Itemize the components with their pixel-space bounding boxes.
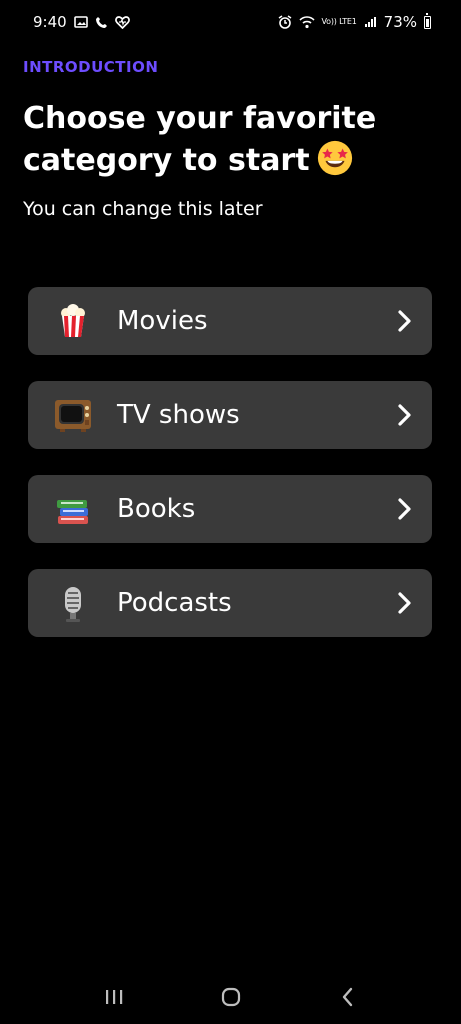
chevron-right-icon[interactable]	[394, 402, 414, 428]
back-icon	[342, 987, 352, 1007]
page-title: Choose your favorite category to start	[23, 98, 423, 181]
battery-percent: 73%	[383, 13, 417, 31]
home-button[interactable]	[213, 979, 249, 1015]
gallery-icon	[73, 16, 88, 28]
category-podcasts[interactable]: Podcasts	[28, 569, 432, 637]
network-label: Vo)) LTE1	[321, 17, 357, 26]
category-label-movies: Movies	[117, 306, 208, 336]
microphone-icon	[65, 587, 81, 622]
tv-icon	[55, 400, 91, 432]
category-label-podcasts: Podcasts	[117, 588, 232, 618]
chevron-right-icon[interactable]	[394, 308, 414, 334]
chevron-right-icon[interactable]	[394, 590, 414, 616]
status-left: 9:40	[33, 13, 130, 31]
page-subtitle: You can change this later	[23, 198, 263, 220]
category-tv-shows[interactable]: TV shows	[28, 381, 432, 449]
alarm-icon	[278, 15, 292, 29]
health-heart-icon	[114, 15, 130, 29]
status-bar: 9:40 Vo)) LTE1 73%	[0, 0, 461, 44]
category-label-books: Books	[117, 494, 196, 524]
chevron-right-icon[interactable]	[394, 496, 414, 522]
system-navigation-bar	[0, 970, 461, 1024]
category-label-tv-shows: TV shows	[117, 400, 240, 430]
books-icon	[57, 500, 88, 524]
phone-icon	[95, 16, 108, 29]
wifi-icon	[298, 15, 315, 29]
category-books[interactable]: Books	[28, 475, 432, 543]
status-time: 9:40	[33, 13, 67, 31]
category-list: Movies TV shows Books Podcasts	[28, 287, 432, 663]
popcorn-icon	[61, 304, 85, 337]
home-icon	[221, 987, 240, 1007]
recent-apps-button[interactable]	[96, 979, 132, 1015]
star-struck-emoji-icon	[317, 140, 352, 176]
battery-icon	[424, 12, 431, 29]
category-movies[interactable]: Movies	[28, 287, 432, 355]
introduction-label: INTRODUCTION	[23, 58, 159, 76]
status-right: Vo)) LTE1 73%	[278, 12, 431, 31]
signal-icon	[364, 16, 377, 28]
recent-apps-icon	[105, 990, 122, 1004]
back-button[interactable]	[330, 979, 366, 1015]
